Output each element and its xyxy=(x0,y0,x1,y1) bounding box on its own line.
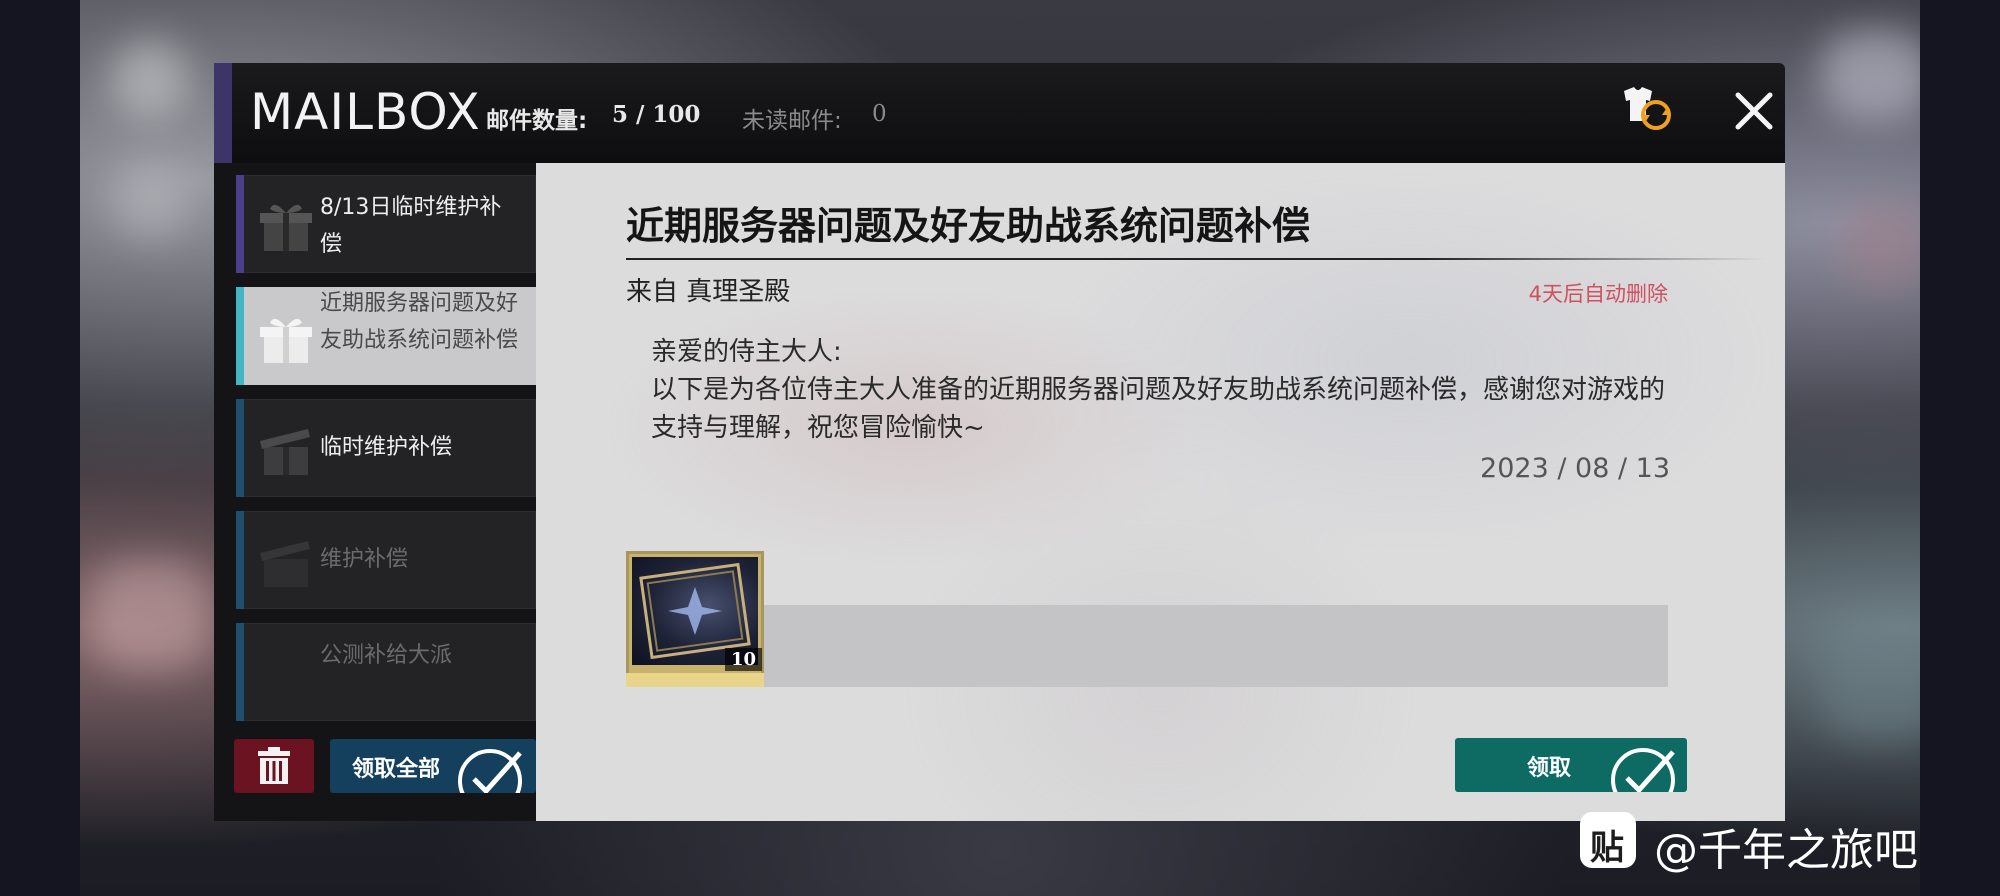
screen-edge-right xyxy=(1920,0,2000,896)
header-accent xyxy=(214,63,232,163)
mail-greeting: 亲爱的侍主大人: xyxy=(651,337,842,367)
mail-detail-panel: 近期服务器问题及好友助战系统问题补偿 来自 真理圣殿 4天后自动删除 亲爱的侍主… xyxy=(536,163,1785,821)
mail-list-item[interactable]: 公测补给大派 xyxy=(236,623,536,721)
mailbox-header: MAILBOX 邮件数量: 5 / 100 未读邮件: 0 xyxy=(214,63,1785,163)
mail-item-stripe xyxy=(236,399,244,497)
mail-list-item[interactable]: 临时维护补偿 xyxy=(236,399,536,497)
screen-edge-left xyxy=(0,0,80,896)
claim-all-button[interactable]: 领取全部 xyxy=(330,739,536,793)
check-icon xyxy=(1611,748,1675,792)
mail-item-label: 公测补给大派 xyxy=(320,643,453,668)
unread-count-label: 未读邮件: xyxy=(742,108,842,134)
reward-item[interactable]: 10 xyxy=(626,551,764,687)
mail-item-label: 维护补偿 xyxy=(320,547,409,572)
mail-list-sidebar: 8/13日临时维护补偿 近期服务器问题及好友助战系统问题补偿 临时维护补偿 维护… xyxy=(214,163,536,821)
mail-subject: 近期服务器问题及好友助战系统问题补偿 xyxy=(626,203,1311,248)
mail-date: 2023 / 08 / 13 xyxy=(1480,453,1670,484)
mail-item-label: 临时维护补偿 xyxy=(320,435,453,460)
close-button[interactable] xyxy=(1724,81,1784,141)
watermark-text: @千年之旅吧 xyxy=(1654,825,1918,876)
mailbox-dialog: MAILBOX 邮件数量: 5 / 100 未读邮件: 0 8/13日临时维护补… xyxy=(214,63,1785,821)
mail-list-item[interactable]: 维护补偿 xyxy=(236,511,536,609)
delete-button[interactable] xyxy=(234,739,314,793)
mail-body: 亲爱的侍主大人: 以下是为各位侍主大人准备的近期服务器问题及好友助战系统问题补偿… xyxy=(651,333,1671,447)
trash-icon xyxy=(258,747,290,784)
gift-open-icon xyxy=(260,429,310,475)
outfit-switch-button[interactable] xyxy=(1616,83,1676,139)
mail-item-stripe xyxy=(236,287,244,385)
subject-divider xyxy=(626,258,1766,260)
expiry-notice: 4天后自动删除 xyxy=(1528,282,1668,306)
unread-count-value: 0 xyxy=(872,101,887,127)
mail-list-item[interactable]: 8/13日临时维护补偿 xyxy=(236,175,536,273)
mail-item-stripe xyxy=(236,175,244,273)
gift-open-icon xyxy=(260,318,312,363)
close-icon xyxy=(1735,92,1773,130)
claim-label: 领取 xyxy=(1527,756,1572,781)
tieba-logo-text: 贴 xyxy=(1590,828,1624,868)
mail-item-label: 近期服务器问题及好友助战系统问题补偿 xyxy=(320,291,519,353)
mail-item-stripe xyxy=(236,511,244,609)
rewards-strip xyxy=(626,605,1668,687)
mail-item-stripe xyxy=(236,623,244,721)
tieba-logo-icon: 贴 xyxy=(1580,812,1636,868)
mail-count-label: 邮件数量: xyxy=(486,108,588,134)
panel-background-art xyxy=(536,163,1785,821)
mailbox-title: MAILBOX xyxy=(250,83,481,141)
claim-all-label: 领取全部 xyxy=(352,757,441,782)
gift-icon xyxy=(260,204,312,251)
mail-count-value: 5 / 100 xyxy=(612,101,701,128)
mail-sender: 来自 真理圣殿 xyxy=(626,277,791,307)
check-icon xyxy=(458,749,522,793)
reward-rarity-bar xyxy=(626,673,764,687)
outfit-switch-icon xyxy=(1624,87,1671,130)
mail-body-text: 以下是为各位侍主大人准备的近期服务器问题及好友助战系统问题补偿，感谢您对游戏的支… xyxy=(651,375,1666,443)
mail-list-item-selected[interactable]: 近期服务器问题及好友助战系统问题补偿 xyxy=(236,287,536,385)
reward-quantity: 10 xyxy=(724,648,762,671)
mail-item-label: 8/13日临时维护补偿 xyxy=(320,195,502,257)
claim-button[interactable]: 领取 xyxy=(1455,738,1687,792)
gift-open-icon xyxy=(260,541,310,587)
